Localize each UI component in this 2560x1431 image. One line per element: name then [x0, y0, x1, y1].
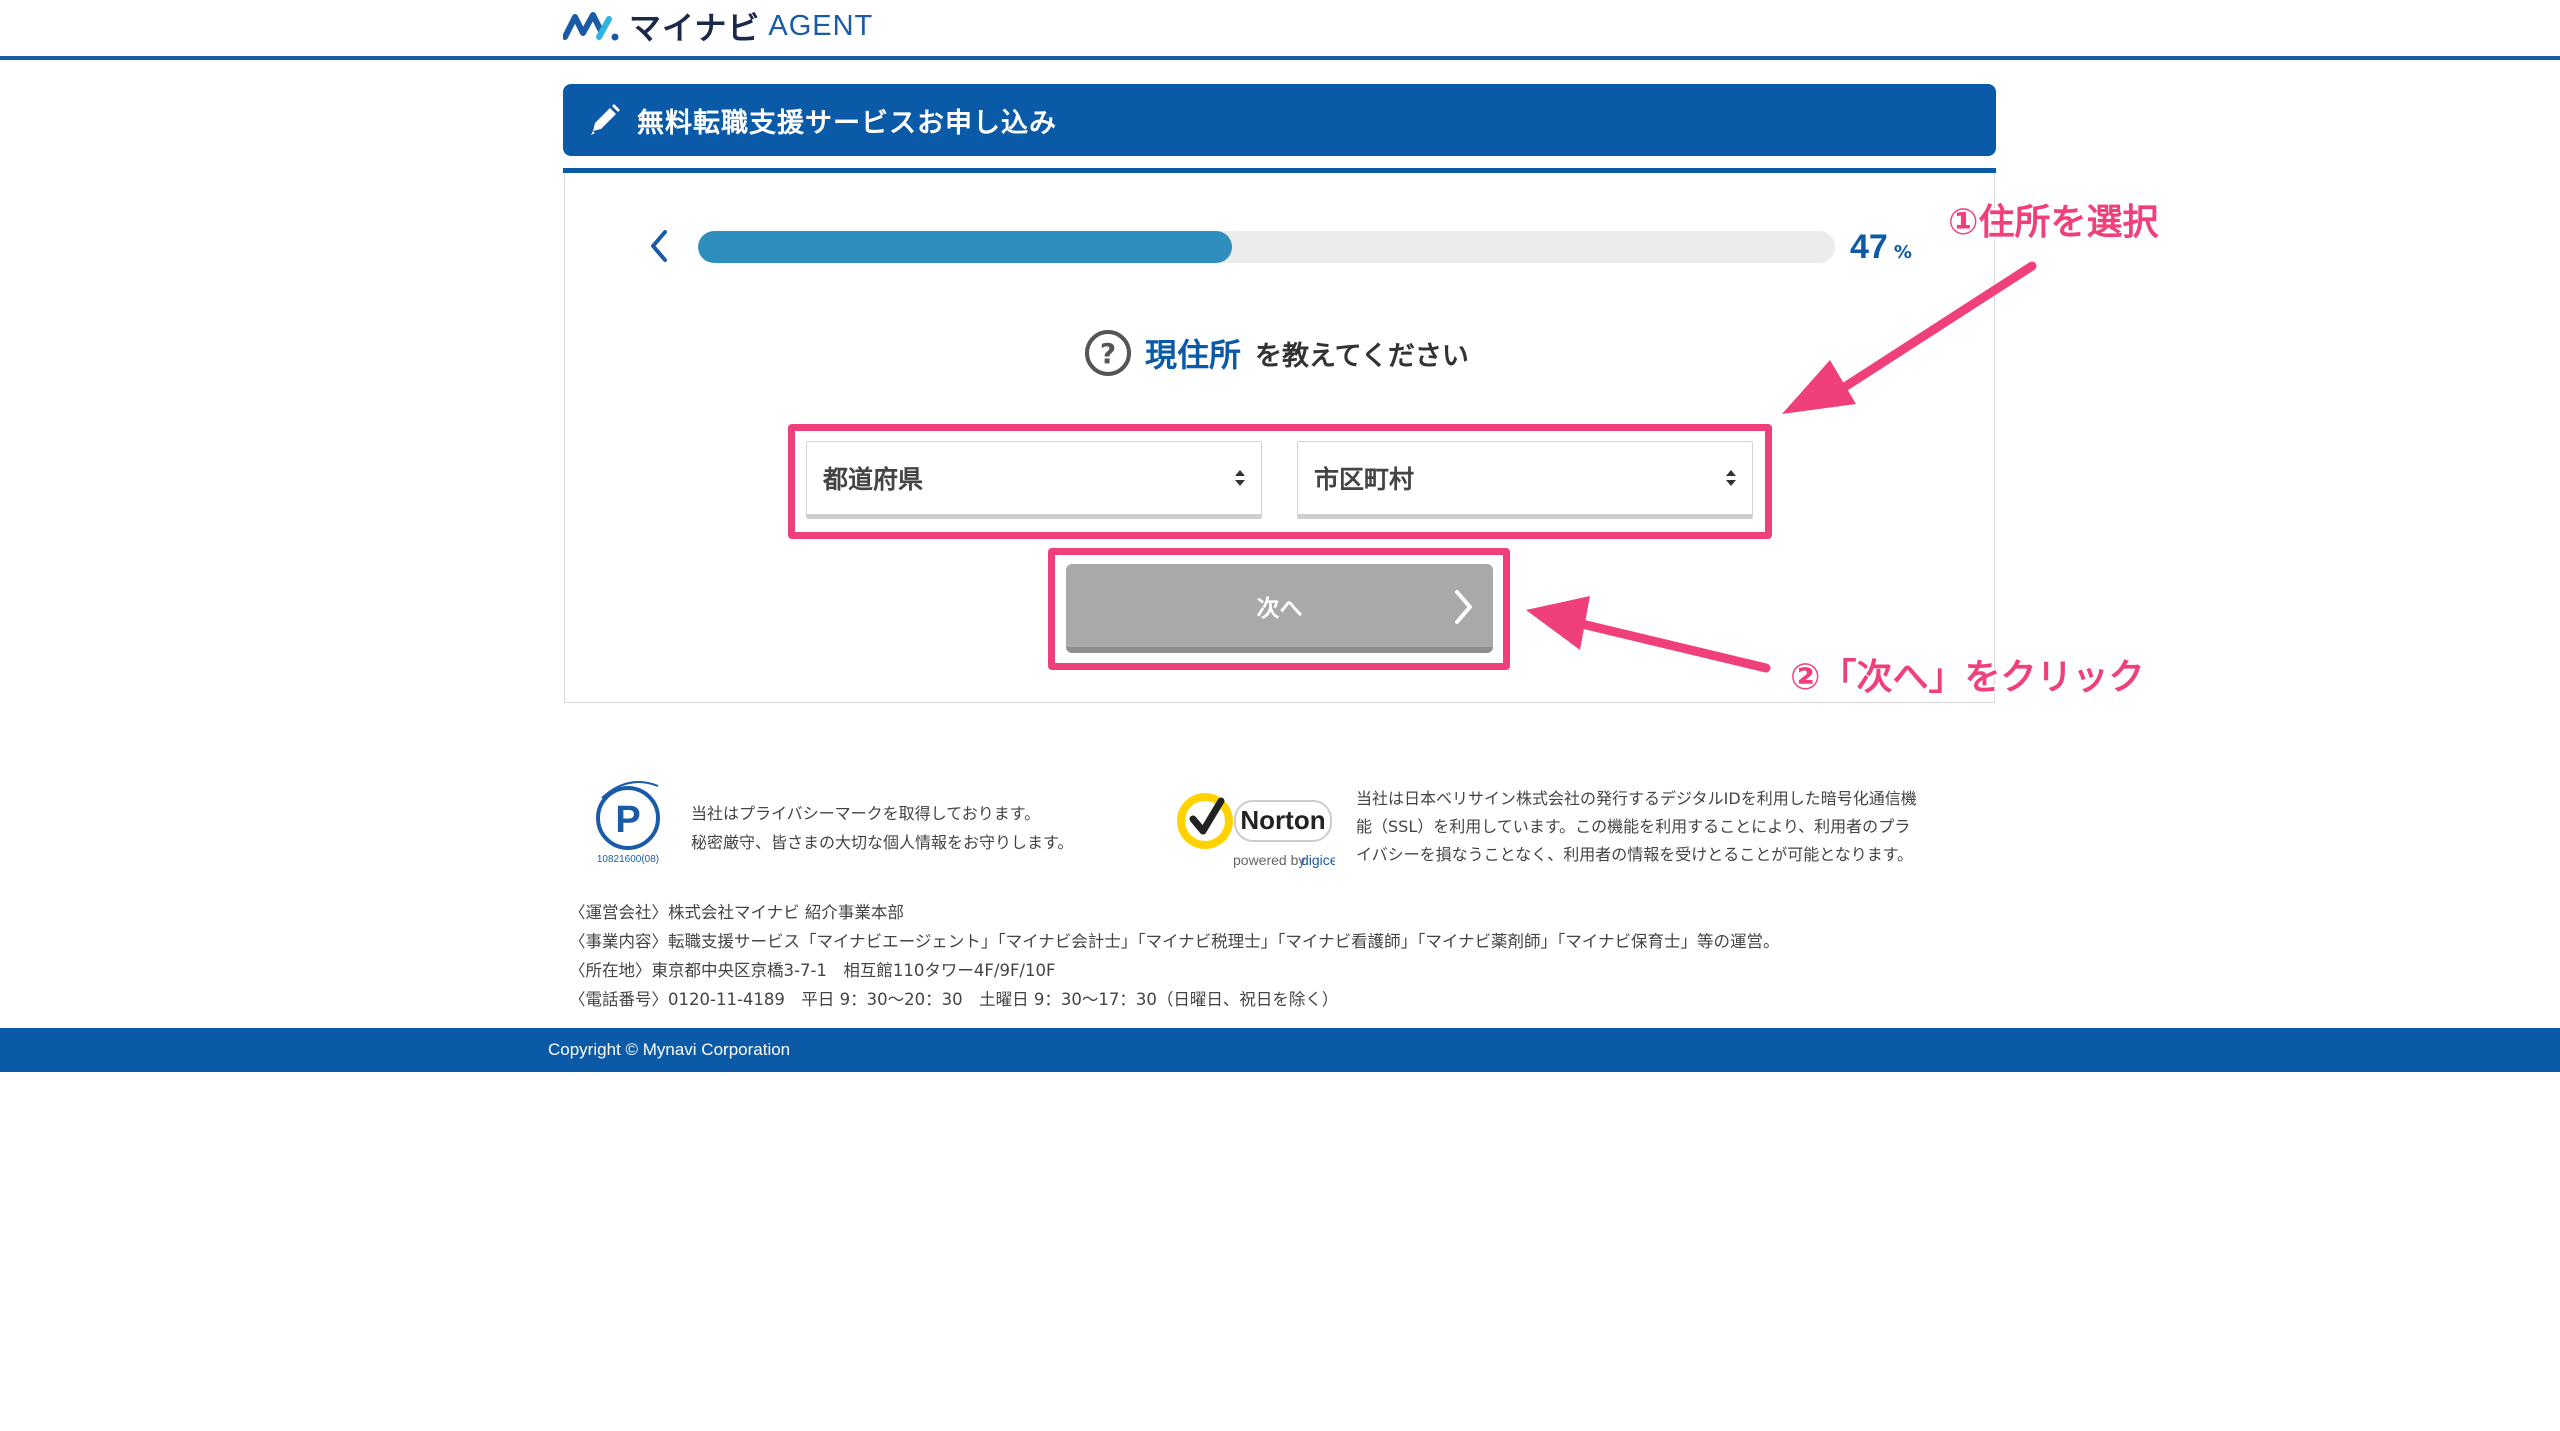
chevron-right-icon: [1455, 590, 1472, 624]
copyright-bar: [0, 1028, 2560, 1072]
norton-brand: Norton: [1240, 805, 1325, 835]
pmark-number: 10821600(08): [597, 854, 659, 864]
logo-text: マイナビ: [629, 9, 761, 47]
company-info: 〈運営会社〉株式会社マイナビ 紹介事業本部 〈事業内容〉転職支援サービス「マイナ…: [569, 898, 1779, 1014]
question-mark-icon: ?: [1085, 330, 1131, 376]
norton-powered: powered by: [1233, 852, 1305, 868]
form-title-bar: 無料転職支援サービスお申し込み: [563, 84, 1996, 156]
progress-bar: [698, 231, 1835, 263]
company-line: 〈電話番号〉0120-11-4189 平日 9：30〜20：30 土曜日 9：3…: [569, 990, 1339, 1009]
question-keyword: 現住所: [1145, 336, 1242, 374]
select-updown-icon: [1726, 470, 1736, 486]
mynavi-logo-icon: [563, 12, 619, 41]
form-title: 無料転職支援サービスお申し込み: [637, 107, 1057, 139]
ssl-line: 当社は日本ベリサイン株式会社の発行するデジタルIDを利用した暗号化通信機: [1356, 789, 1917, 808]
back-chevron-icon[interactable]: [644, 222, 672, 270]
city-select-value: 市区町村: [1314, 465, 1415, 494]
ssl-line: 能（SSL）を利用しています。この機能を利用することにより、利用者のプラ: [1356, 817, 1911, 836]
next-button-label: 次へ: [1256, 595, 1303, 622]
copyright-text: Copyright © Mynavi Corporation: [548, 1040, 791, 1059]
progress-unit: %: [1893, 242, 1912, 263]
logo-agent-text: AGENT: [768, 9, 874, 42]
privacy-mark-icon[interactable]: P 10821600(08): [588, 776, 668, 864]
annotation-step2: ②「次へ」をクリック: [1790, 657, 2145, 698]
svg-text:P: P: [615, 799, 640, 841]
progress-value: 47: [1850, 228, 1888, 266]
progress-bar-fill: [698, 231, 1233, 263]
annotation-step1: ①住所を選択: [1948, 202, 2159, 243]
prefecture-select-value: 都道府県: [823, 465, 924, 494]
company-line: 〈所在地〉東京都中央区京橋3-7-1 相互館110タワー4F/9F/10F: [569, 961, 1056, 980]
privacy-line: 当社はプライバシーマークを取得しております。: [691, 804, 1041, 823]
privacy-line: 秘密厳守、皆さまの大切な個人情報をお守りします。: [691, 833, 1074, 852]
select-updown-icon: [1235, 470, 1245, 486]
pencil-icon: [591, 104, 620, 135]
question-heading: ? 現住所 を教えてください: [1085, 330, 1469, 376]
site-header: マイナビ AGENT: [0, 0, 2560, 60]
norton-digicert: digicert: [1301, 852, 1335, 868]
progress-percentage: 47 %: [1850, 228, 1912, 267]
mynavi-agent-logo[interactable]: マイナビ AGENT: [563, 6, 874, 47]
question-text: を教えてください: [1255, 340, 1469, 372]
ssl-line: イバシーを損なうことなく、利用者の情報を受けとることが可能となります。: [1356, 845, 1914, 864]
norton-seal-icon[interactable]: Norton powered by digicert: [1173, 783, 1335, 873]
company-line: 〈事業内容〉転職支援サービス「マイナビエージェント」「マイナビ会計士」「マイナビ…: [569, 932, 1780, 951]
prefecture-select[interactable]: 都道府県: [806, 441, 1262, 519]
city-select[interactable]: 市区町村: [1297, 441, 1753, 519]
ssl-description: 当社は日本ベリサイン株式会社の発行するデジタルIDを利用した暗号化通信機 能（S…: [1356, 785, 1956, 869]
next-button[interactable]: 次へ: [1066, 564, 1493, 653]
privacy-mark-text: 当社はプライバシーマークを取得しております。 秘密厳守、皆さまの大切な個人情報を…: [691, 799, 1073, 857]
company-line: 〈運営会社〉株式会社マイナビ 紹介事業本部: [569, 903, 904, 922]
